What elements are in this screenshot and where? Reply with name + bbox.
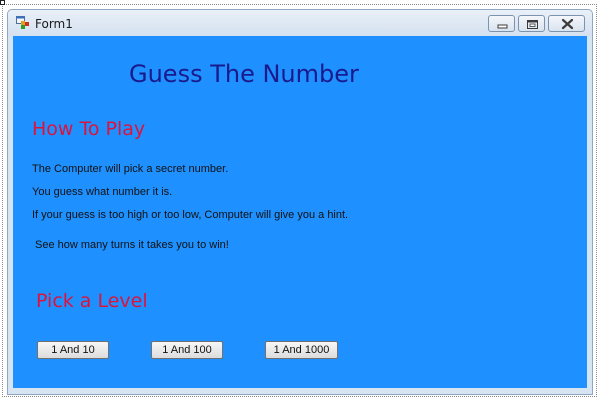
window-title: Form1 bbox=[35, 17, 73, 31]
minimize-button[interactable] bbox=[488, 15, 515, 32]
winforms-app-icon bbox=[16, 16, 29, 29]
instruction-line: You guess what number it is. bbox=[32, 186, 173, 198]
how-to-play-title: How To Play bbox=[32, 118, 146, 140]
maximize-button[interactable] bbox=[518, 15, 545, 32]
minimize-icon bbox=[497, 24, 508, 29]
instruction-line: The Computer will pick a secret number. bbox=[32, 163, 229, 175]
maximize-icon bbox=[527, 20, 538, 29]
form-client-area: Guess The Number How To Play The Compute… bbox=[13, 36, 587, 388]
pick-level-title: Pick a Level bbox=[36, 290, 148, 312]
form-window: Form1 Guess The Number How To Play The C… bbox=[7, 9, 593, 395]
level-1-to-10-button[interactable]: 1 And 10 bbox=[37, 341, 109, 359]
designer-canvas: Form1 Guess The Number How To Play The C… bbox=[0, 0, 602, 400]
page-title: Guess The Number bbox=[129, 60, 359, 88]
level-1-to-100-button[interactable]: 1 And 100 bbox=[151, 341, 223, 359]
resize-handle[interactable] bbox=[0, 0, 5, 5]
level-1-to-1000-button[interactable]: 1 And 1000 bbox=[265, 341, 338, 359]
title-bar[interactable]: Form1 bbox=[8, 10, 592, 36]
close-button[interactable] bbox=[548, 15, 585, 32]
instruction-line: If your guess is too high or too low, Co… bbox=[32, 209, 349, 221]
close-icon bbox=[561, 18, 574, 30]
instruction-line: See how many turns it takes you to win! bbox=[35, 239, 229, 251]
